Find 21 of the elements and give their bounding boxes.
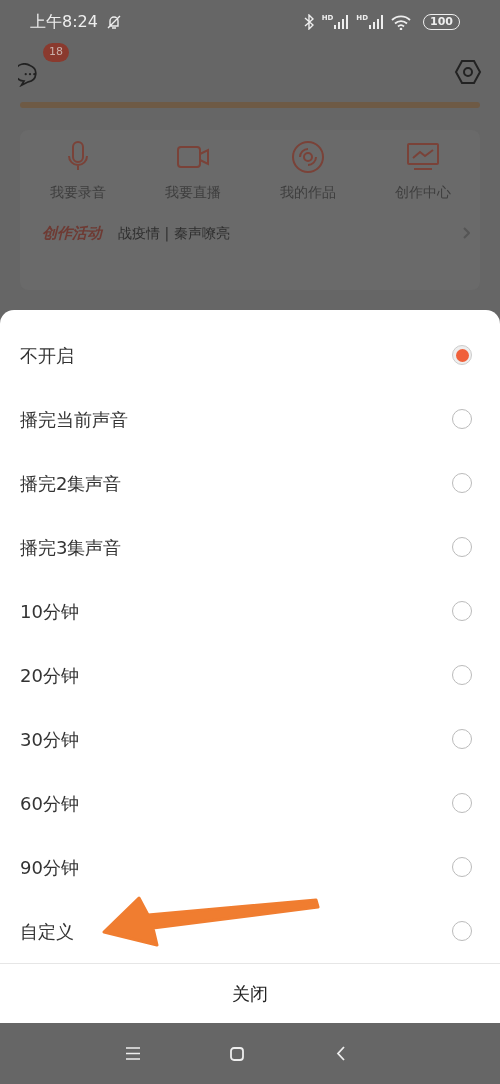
back-icon[interactable] xyxy=(335,1046,345,1061)
option-row[interactable]: 10分钟 xyxy=(0,579,500,643)
option-row[interactable]: 不开启 xyxy=(0,323,500,387)
option-row[interactable]: 30分钟 xyxy=(0,707,500,771)
option-row[interactable]: 90分钟 xyxy=(0,835,500,899)
option-row[interactable]: 播完当前声音 xyxy=(0,387,500,451)
wifi-icon xyxy=(391,14,412,30)
home-icon[interactable] xyxy=(229,1046,244,1061)
option-row[interactable]: 20分钟 xyxy=(0,643,500,707)
clock-time: 上午8:24 xyxy=(30,11,98,33)
bluetooth-icon xyxy=(303,14,314,30)
settings-icon[interactable] xyxy=(454,58,482,86)
menu-icon[interactable] xyxy=(125,1047,140,1060)
option-row[interactable]: 播完3集声音 xyxy=(0,515,500,579)
message-count-badge: 18 xyxy=(43,43,69,62)
option-row[interactable]: 播完2集声音 xyxy=(0,451,500,515)
option-row[interactable]: 自定义 xyxy=(0,899,500,963)
option-row[interactable]: 60分钟 xyxy=(0,771,500,835)
disc-icon[interactable] xyxy=(289,140,326,174)
radio-button[interactable] xyxy=(452,345,472,365)
mute-bell-icon xyxy=(105,14,122,30)
